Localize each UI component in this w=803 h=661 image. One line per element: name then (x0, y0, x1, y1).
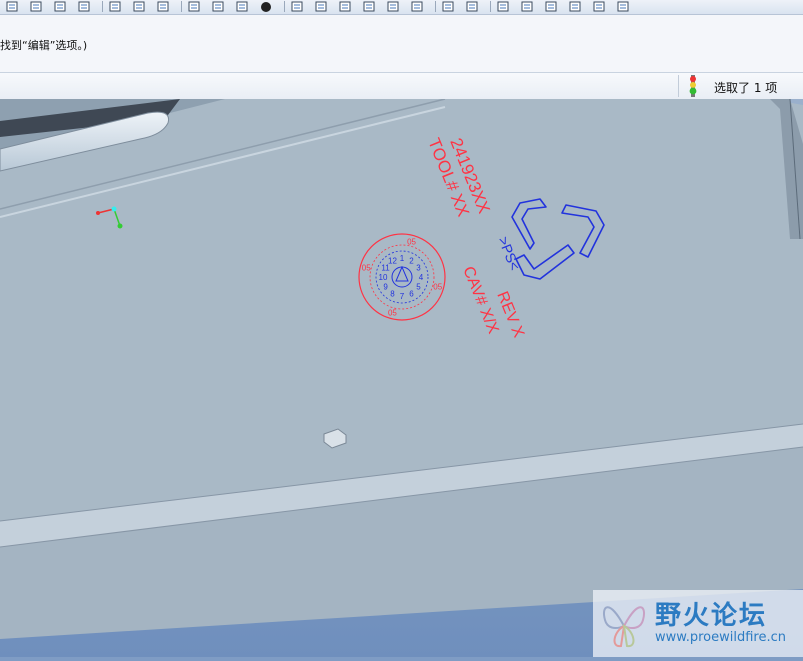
enhanced-shading-icon[interactable] (591, 0, 607, 12)
watermark-title: 野火论坛 (655, 601, 768, 631)
reorient-icon[interactable] (385, 0, 401, 12)
date-wheel-year-label: 05 (407, 237, 416, 246)
date-wheel-month-label: 4 (419, 273, 424, 282)
tree-icon[interactable] (131, 0, 147, 12)
zoom-out-icon[interactable] (337, 0, 353, 12)
date-wheel-year-label: 05 (362, 263, 371, 272)
wireframe-icon[interactable] (495, 0, 511, 12)
message-area: 找到“编辑”选项。) (0, 15, 803, 72)
paste-icon[interactable] (28, 0, 44, 12)
date-wheel-month-label: 5 (416, 283, 421, 292)
date-wheel-month-label: 9 (383, 283, 388, 292)
copy-icon[interactable] (4, 0, 20, 12)
date-wheel-month-label: 1 (400, 254, 405, 263)
layers-icon[interactable] (107, 0, 123, 12)
toolbar-separator (435, 1, 436, 12)
zoom-in-icon[interactable] (313, 0, 329, 12)
view-manager-icon[interactable] (464, 0, 480, 12)
date-wheel-month-label: 2 (409, 257, 414, 266)
traffic-light-icon[interactable] (687, 75, 699, 101)
pointer-icon[interactable] (289, 0, 305, 12)
date-wheel-month-label: 6 (409, 289, 414, 298)
status-divider (678, 75, 679, 97)
date-wheel-year-label: 05 (388, 309, 397, 318)
table-icon[interactable] (52, 0, 68, 12)
toolbar-separator (102, 1, 103, 12)
toolbar-separator (181, 1, 182, 12)
message-text: 找到“编辑”选项。) (0, 39, 88, 52)
repaint-icon[interactable] (210, 0, 226, 12)
selection-count[interactable]: 选取了 1 项 (714, 79, 777, 96)
date-wheel-month-label: 10 (379, 273, 388, 282)
shading-icon[interactable] (567, 0, 583, 12)
watermark-url[interactable]: www.proewildfire.cn (655, 630, 786, 645)
no-hidden-icon[interactable] (543, 0, 559, 12)
date-wheel-month-label: 12 (388, 257, 397, 266)
datum-icon[interactable] (615, 0, 631, 12)
date-wheel-month-label: 7 (400, 292, 405, 301)
toolbar-separator (490, 1, 491, 12)
spin-icon[interactable] (234, 0, 250, 12)
zoom-fit-icon[interactable] (361, 0, 377, 12)
date-wheel-month-label: 3 (416, 264, 421, 273)
toolbar-separator (284, 1, 285, 12)
main-toolbar (0, 0, 803, 15)
status-bar: 选取了 1 项 (0, 72, 803, 100)
hidden-line-icon[interactable] (519, 0, 535, 12)
box-select-icon[interactable] (155, 0, 171, 12)
grid-icon[interactable] (76, 0, 92, 12)
date-wheel-year-label: 05 (433, 283, 442, 292)
butterfly-logo-icon (603, 606, 645, 648)
sphere-icon[interactable] (258, 0, 274, 12)
layer-icon[interactable] (440, 0, 456, 12)
saved-views-icon[interactable] (409, 0, 425, 12)
refit-icon[interactable] (186, 0, 202, 12)
date-wheel-month-label: 8 (390, 289, 395, 298)
forum-watermark: 野火论坛 www.proewildfire.cn (593, 590, 803, 657)
graphics-viewport[interactable]: >PS< 241923XX TOOL# XX REV X CAV# X/X 05… (0, 98, 803, 657)
